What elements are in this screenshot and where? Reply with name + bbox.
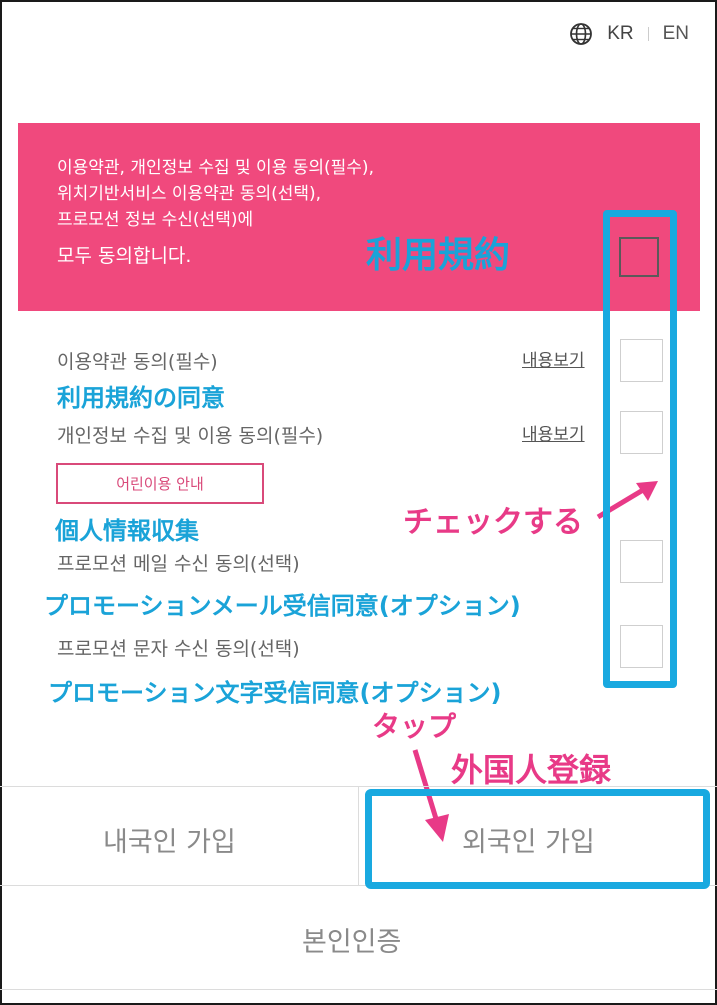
annotation-terms: 利用規約 xyxy=(366,235,511,276)
divider-bottom xyxy=(0,989,717,990)
button-divider xyxy=(358,787,359,885)
lang-en-button[interactable]: EN xyxy=(663,23,689,45)
domestic-signup-button[interactable]: 내국인 가입 xyxy=(103,820,236,859)
annotation-foreign-register: 外国人登録 xyxy=(451,751,612,789)
agree-all-line-3: 프로모션 정보 수신(선택)에 xyxy=(57,210,254,230)
promo-mail-label: 프로모션 메일 수신 동의(선택) xyxy=(57,553,300,575)
agree-all-line-4: 모두 동의합니다. xyxy=(57,245,192,267)
promo-sms-label: 프로모션 문자 수신 동의(선택) xyxy=(57,638,300,660)
terms-view-link[interactable]: 내용보기 xyxy=(522,346,585,371)
annotation-terms-agree: 利用規約の同意 xyxy=(57,384,225,412)
globe-icon[interactable] xyxy=(569,22,593,46)
kids-guide-button[interactable]: 어린이용 안내 xyxy=(56,463,264,504)
checkbox-highlight-box xyxy=(603,210,677,688)
annotation-check: チェックする xyxy=(403,505,583,540)
annotation-privacy: 個人情報収集 xyxy=(55,517,199,545)
language-switcher: KR EN xyxy=(569,22,689,46)
terms-agree-label: 이용약관 동의(필수) xyxy=(57,351,218,373)
lang-divider xyxy=(647,27,649,41)
annotation-promo-mail: プロモーションメール受信同意(オプション) xyxy=(44,592,521,620)
privacy-agree-label: 개인정보 수집 및 이용 동의(필수) xyxy=(57,425,324,447)
agree-all-line-1: 이용약관, 개인정보 수집 및 이용 동의(필수), xyxy=(57,158,374,178)
foreign-highlight-box xyxy=(365,789,710,889)
agree-all-text: 이용약관, 개인정보 수집 및 이용 동의(필수), 위치기반서비스 이용약관 … xyxy=(57,155,374,269)
identity-verify-button[interactable]: 본인인증 xyxy=(302,920,401,959)
lang-kr-button[interactable]: KR xyxy=(607,23,633,45)
agree-all-banner[interactable]: 이용약관, 개인정보 수집 및 이용 동의(필수), 위치기반서비스 이용약관 … xyxy=(18,123,700,311)
annotation-promo-sms: プロモーション文字受信同意(オプション) xyxy=(48,679,502,707)
privacy-view-link[interactable]: 내용보기 xyxy=(522,420,585,445)
annotation-tap: タップ xyxy=(372,710,457,743)
agree-all-line-2: 위치기반서비스 이용약관 동의(선택), xyxy=(57,184,322,204)
